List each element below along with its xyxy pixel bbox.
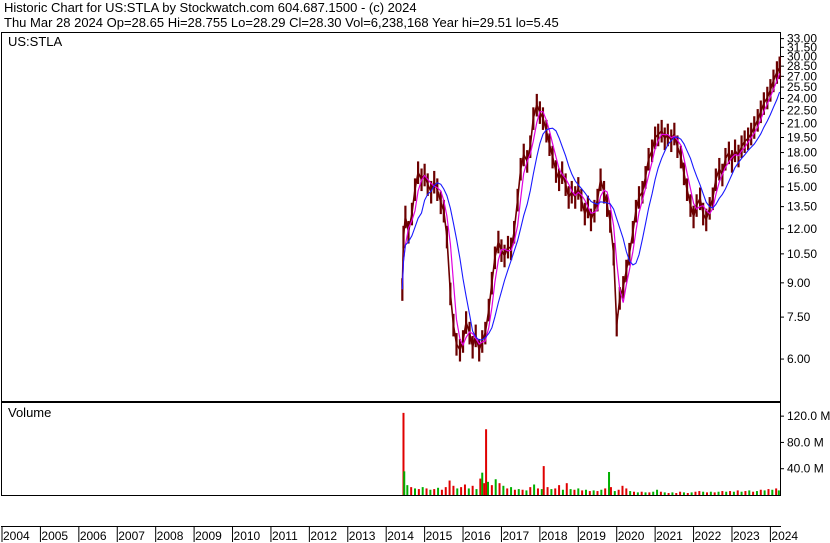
volume-tick-label: 120.0 M [787,409,830,423]
price-tick-label: 15.00 [787,180,817,194]
price-tick-label: 16.50 [787,162,817,176]
year-tick-label: 2022 [695,529,722,543]
year-tick-label: 2023 [733,529,760,543]
year-tick-label: 2017 [502,529,529,543]
year-tick-label: 2011 [272,529,298,543]
year-tick-label: 2024 [771,529,798,543]
year-tick-label: 2006 [80,529,107,543]
year-tick-label: 2007 [118,529,145,543]
year-tick-label: 2013 [349,529,376,543]
year-tick-label: 2008 [157,529,184,543]
year-tick-label: 2009 [195,529,222,543]
price-tick-label: 6.00 [787,352,811,366]
year-tick-label: 2010 [234,529,261,543]
chart-canvas: 6.00 7.50 9.00 10.50 12.00 13.50 15.00 16.50 18.… [1,32,830,543]
year-axis: 2004 2005 2006 2007 2008 2009 2010 2011 2012 2013… [1,527,798,543]
year-tick-label: 2014 [387,529,414,543]
volume-tick-label: 40.0 M [787,462,824,476]
year-tick-label: 2004 [3,529,30,543]
volume-tick-label: 80.0 M [787,435,824,449]
year-tick-label: 2015 [426,529,453,543]
price-tick-label: 13.50 [787,200,817,214]
year-tick-label: 2020 [618,529,645,543]
price-series [401,56,781,362]
year-tick-label: 2018 [541,529,568,543]
volume-series [402,412,780,495]
volume-axis: 40.0 M 80.0 M 120.0 M [780,409,830,476]
price-axis: 6.00 7.50 9.00 10.50 12.00 13.50 15.00 16.50 18.… [780,32,817,366]
price-tick-label: 18.00 [787,146,817,160]
price-tick-label: 19.50 [787,131,817,145]
price-tick-label: 12.00 [787,222,817,236]
year-tick-label: 2012 [310,529,337,543]
year-tick-label: 2019 [579,529,606,543]
price-tick-label: 33.00 [787,32,817,46]
year-tick-label: 2005 [41,529,68,543]
price-tick-label: 22.50 [787,104,817,118]
year-tick-label: 2016 [464,529,491,543]
price-tick-label: 7.50 [787,310,811,324]
price-tick-label: 9.00 [787,276,811,290]
price-tick-label: 10.50 [787,247,817,261]
price-tick-label: 21.00 [787,117,817,131]
year-tick-label: 2021 [656,529,683,543]
